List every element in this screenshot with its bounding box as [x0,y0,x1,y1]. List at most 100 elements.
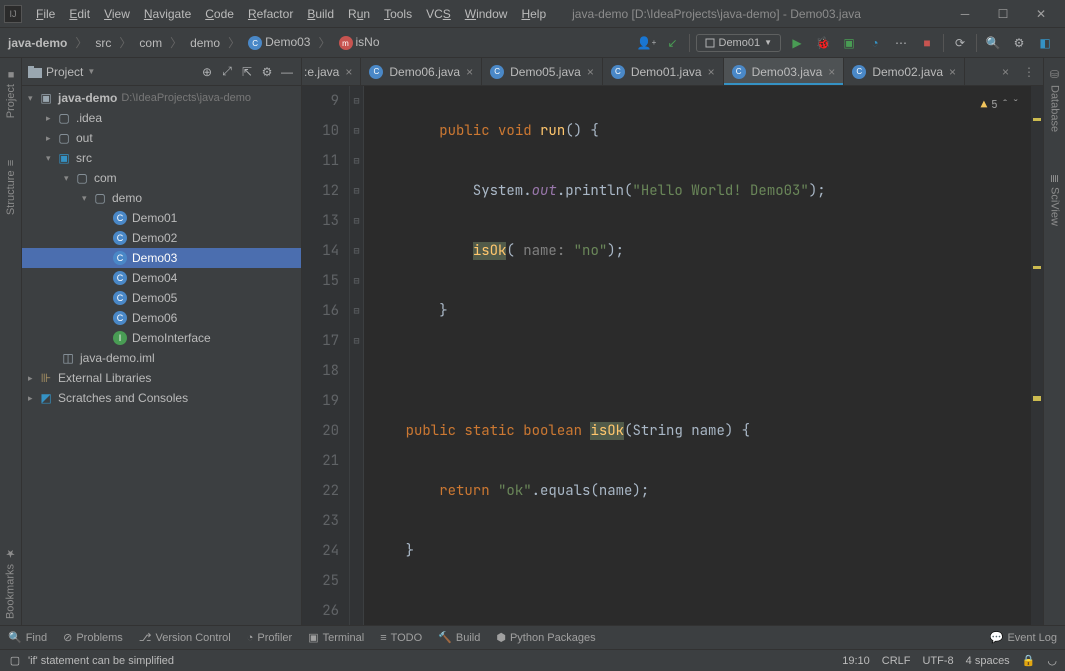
menu-refactor[interactable]: Refactor [242,5,299,23]
close-tab-icon[interactable]: × [828,65,835,79]
update-icon[interactable]: ⟳ [950,33,970,53]
issues-down-icon[interactable]: ˇ [1012,90,1019,120]
debug-icon[interactable]: 🐞 [813,33,833,53]
tree-folder-com[interactable]: ▾ ▢ com [22,168,301,188]
tool-vcs[interactable]: ⎇Version Control [139,631,231,644]
file-tab[interactable]: C Demo06.java× [361,58,482,85]
status-line-sep[interactable]: CRLF [882,655,911,667]
tool-problems[interactable]: ⊘Problems [63,631,123,644]
maximize-button[interactable]: ☐ [989,4,1017,24]
tree-iml[interactable]: ◫ java-demo.iml [22,348,301,368]
build-back-icon[interactable]: ↙ [663,33,683,53]
tree-class-demo06[interactable]: C Demo06 [22,308,301,328]
close-tab-icon[interactable]: × [345,65,352,79]
sidebar-settings-icon[interactable]: ⚙ [259,64,275,80]
tool-python[interactable]: ⬢Python Packages [496,631,595,644]
tree-folder-out[interactable]: ▸ ▢ out [22,128,301,148]
tree-external-libs[interactable]: ▸ ⊪ External Libraries [22,368,301,388]
tree-class-demo04[interactable]: C Demo04 [22,268,301,288]
code-content[interactable]: public void run() { System.out.println("… [364,86,1043,625]
coverage-icon[interactable]: ▣ [839,33,859,53]
close-tab-icon[interactable]: × [949,65,956,79]
menu-vcs[interactable]: VCS [420,5,457,23]
tool-find[interactable]: 🔍Find [8,631,47,644]
tree-class-demo01[interactable]: C Demo01 [22,208,301,228]
hide-sidebar-icon[interactable]: — [279,64,295,80]
right-marker-bar[interactable] [1031,86,1043,625]
rail-database[interactable]: ⛁ Database [1046,62,1063,138]
tree-class-demo02[interactable]: C Demo02 [22,228,301,248]
lock-icon[interactable]: 🔒 [1022,654,1036,667]
tree-folder-idea[interactable]: ▸ ▢ .idea [22,108,301,128]
tree-root[interactable]: ▾ ▣ java-demo D:\IdeaProjects\java-demo [22,88,301,108]
status-encoding[interactable]: UTF-8 [922,655,953,667]
issues-up-icon[interactable]: ˆ [1002,90,1009,120]
crumb-method[interactable]: misNo [335,33,384,53]
file-tab[interactable]: C Demo05.java× [482,58,603,85]
file-tab[interactable]: C Demo02.java× [844,58,965,85]
user-add-icon[interactable]: 👤+ [637,33,657,53]
rail-project[interactable]: Project ■ [3,62,19,124]
menu-window[interactable]: Window [459,5,514,23]
menu-edit[interactable]: Edit [63,5,96,23]
menu-run[interactable]: Run [342,5,376,23]
tree-folder-src[interactable]: ▾ ▣ src [22,148,301,168]
crumb-demo[interactable]: demo [186,34,224,52]
settings-icon[interactable]: ⚙ [1009,33,1029,53]
status-widget-icon[interactable]: ◡ [1047,654,1057,667]
close-tab-icon[interactable]: × [587,65,594,79]
tree-interface-demointerface[interactable]: I DemoInterface [22,328,301,348]
file-tab[interactable]: C Demo01.java× [603,58,724,85]
tool-terminal[interactable]: ▣Terminal [308,631,364,644]
menu-help[interactable]: Help [515,5,552,23]
menu-tools[interactable]: Tools [378,5,418,23]
rail-bookmarks[interactable]: Bookmarks ★ [2,541,19,625]
tool-todo[interactable]: ≡TODO [380,632,422,644]
expand-all-icon[interactable]: ⤢ [219,64,235,80]
fold-gutter[interactable]: ⊟ ⊟⊟ ⊟ ⊟⊟ ⊟⊟ ⊟ [350,86,364,625]
editor-body[interactable]: 91011 121314 151617 181920 212223 242526… [302,86,1043,625]
menu-view[interactable]: View [98,5,136,23]
menu-code[interactable]: Code [199,5,240,23]
stop-icon[interactable]: ■ [917,33,937,53]
sidebar-title[interactable]: Project ▼ [28,65,195,79]
status-caret-pos[interactable]: 19:10 [842,655,870,667]
menu-file[interactable]: File [30,5,61,23]
tool-profiler[interactable]: ◔Profiler [247,632,293,644]
close-tab-icon[interactable]: × [708,65,715,79]
crumb-project[interactable]: java-demo [4,34,71,52]
issues-badge[interactable]: ▲ 5 ˆ ˇ [981,90,1019,120]
close-button[interactable]: ✕ [1027,4,1055,24]
profile-icon[interactable]: ◔ [865,33,885,53]
toolbar-right: 👤+ ↙ Demo01 ▼ ▶ 🐞 ▣ ◔ ⋯ ■ ⟳ 🔍 ⚙ ◧ [637,33,1062,53]
crumb-src[interactable]: src [91,34,115,52]
run-config-select[interactable]: Demo01 ▼ [696,34,782,52]
menu-build[interactable]: Build [301,5,340,23]
tool-event-log[interactable]: 💬Event Log [990,631,1057,644]
status-tool-icon[interactable]: ▢ [8,654,22,668]
tree-class-demo05[interactable]: C Demo05 [22,288,301,308]
project-tree[interactable]: ▾ ▣ java-demo D:\IdeaProjects\java-demo … [22,86,301,625]
line-gutter[interactable]: 91011 121314 151617 181920 212223 242526 [302,86,350,625]
tree-class-demo03[interactable]: C Demo03 [22,248,301,268]
run-icon[interactable]: ▶ [787,33,807,53]
file-tab[interactable]: :e.java× [302,58,361,85]
file-tab[interactable]: C Demo03.java× [724,58,845,85]
collapse-all-icon[interactable]: ⇱ [239,64,255,80]
locate-icon[interactable]: ⊕ [199,64,215,80]
attach-icon[interactable]: ⋯ [891,33,911,53]
code-with-me-icon[interactable]: ◧ [1035,33,1055,53]
rail-structure[interactable]: Structure ≡ [3,154,19,221]
close-tab-icon[interactable]: × [466,65,473,79]
tree-folder-demo[interactable]: ▾ ▢ demo [22,188,301,208]
minimize-button[interactable]: ─ [951,4,979,24]
search-icon[interactable]: 🔍 [983,33,1003,53]
crumb-com[interactable]: com [135,34,166,52]
tool-build[interactable]: 🔨Build [438,631,480,644]
rail-sciview[interactable]: ≣ SciView [1046,168,1063,232]
crumb-class[interactable]: CDemo03 [244,33,314,53]
tree-scratches[interactable]: ▸ ◩ Scratches and Consoles [22,388,301,408]
tab-overflow[interactable]: × ⋮ [994,58,1043,85]
menu-navigate[interactable]: Navigate [138,5,197,23]
status-indent[interactable]: 4 spaces [966,655,1010,667]
